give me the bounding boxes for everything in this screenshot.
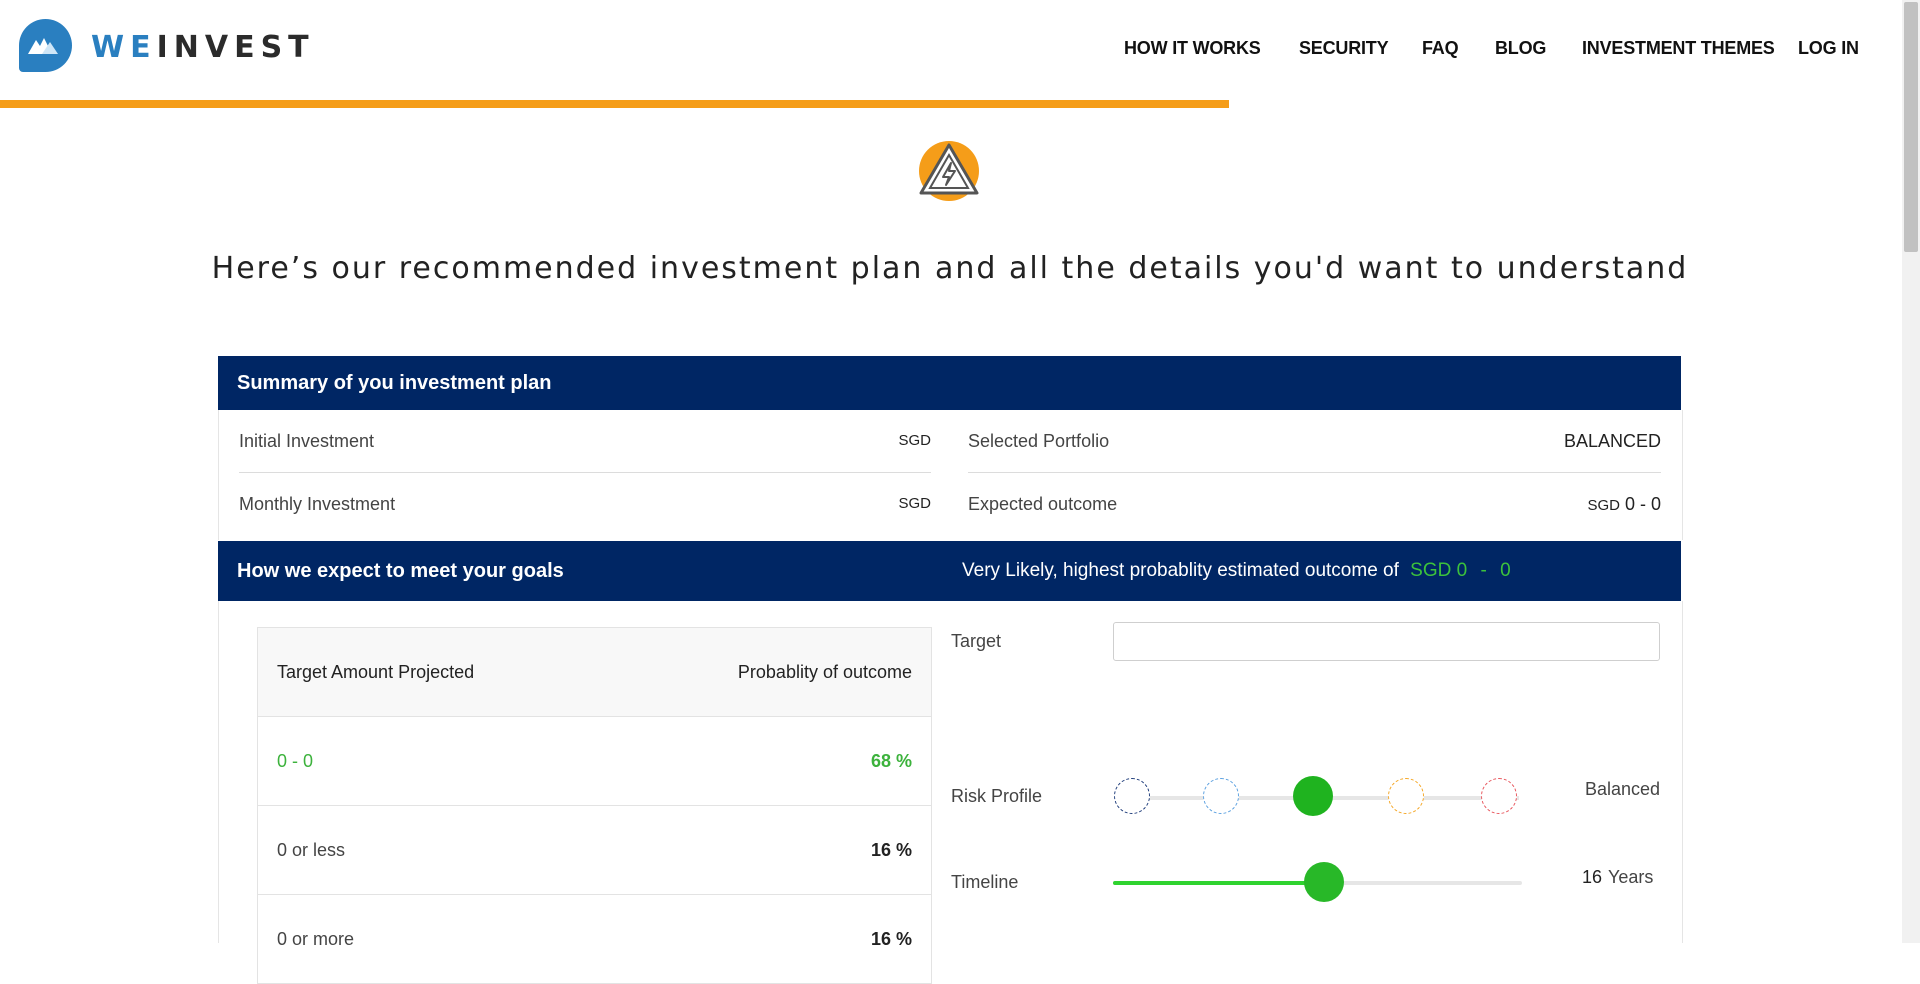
expected-outcome-label: Expected outcome xyxy=(968,494,1118,514)
likely-outcome-separator: - xyxy=(1480,560,1487,581)
monthly-investment-row: Monthly Investment SGD xyxy=(239,473,931,535)
table-row: 0 or more 16 % xyxy=(258,895,931,984)
likely-outcome-text: Very Likely, highest probablity estimate… xyxy=(962,541,1511,601)
row-probability: 68 % xyxy=(870,751,912,771)
expected-outcome-amount: 0 - 0 xyxy=(1624,494,1661,514)
selected-portfolio-row: Selected Portfolio BALANCED xyxy=(968,410,1661,472)
nav-faq[interactable]: FAQ xyxy=(1422,38,1459,59)
row-amount: 0 or less xyxy=(277,840,346,860)
summary-panel: Initial Investment SGD Monthly Investmen… xyxy=(218,410,1683,540)
warning-bolt-icon xyxy=(917,139,981,203)
brand-invest: INVEST xyxy=(156,30,315,65)
plan-progress-fill xyxy=(0,100,1229,108)
row-probability: 16 % xyxy=(870,929,912,949)
risk-profile-label: Risk Profile xyxy=(951,786,1043,806)
monthly-investment-label: Monthly Investment xyxy=(239,494,396,514)
weinvest-logo-icon[interactable] xyxy=(19,19,72,72)
row-amount: 0 or more xyxy=(277,929,355,949)
timeline-slider-fill xyxy=(1113,881,1324,885)
monthly-investment-currency: SGD xyxy=(898,495,931,512)
timeline-slider-thumb[interactable] xyxy=(1304,862,1344,902)
risk-level-3-dot[interactable] xyxy=(1293,776,1333,816)
risk-level-1-dot[interactable] xyxy=(1114,778,1150,814)
selected-portfolio-label: Selected Portfolio xyxy=(968,431,1110,451)
table-row: 0 - 0 68 % xyxy=(258,717,931,806)
likely-outcome-amount: SGD 0 xyxy=(1410,560,1468,581)
expected-outcome-value: SGD 0 - 0 xyxy=(1587,473,1661,537)
page-title: Here’s our recommended investment plan a… xyxy=(211,251,1689,287)
scrollbar-thumb[interactable] xyxy=(1904,2,1918,252)
nav-blog[interactable]: BLOG xyxy=(1495,38,1546,59)
brand-name[interactable]: WEINVEST xyxy=(91,30,315,65)
row-amount: 0 - 0 xyxy=(277,751,314,771)
expected-outcome-currency: SGD xyxy=(1587,497,1620,514)
selected-portfolio-value: BALANCED xyxy=(1563,431,1661,451)
row-probability: 16 % xyxy=(870,840,912,860)
target-label: Target xyxy=(951,631,1002,651)
initial-investment-currency: SGD xyxy=(898,432,931,449)
risk-level-2-dot[interactable] xyxy=(1203,778,1239,814)
initial-investment-label: Initial Investment xyxy=(239,431,375,451)
col-probability: Probablity of outcome xyxy=(737,662,912,682)
likely-outcome-amount-high: 0 xyxy=(1500,560,1511,581)
col-target-amount: Target Amount Projected xyxy=(277,662,475,682)
risk-level-4-dot[interactable] xyxy=(1388,778,1424,814)
table-header-row: Target Amount Projected Probablity of ou… xyxy=(258,628,931,717)
projection-table: Target Amount Projected Probablity of ou… xyxy=(257,627,932,984)
page-scrollbar[interactable] xyxy=(1902,0,1920,943)
nav-how-it-works[interactable]: HOW IT WORKS xyxy=(1124,38,1261,59)
risk-level-5-dot[interactable] xyxy=(1481,778,1517,814)
timeline-years-unit: Years xyxy=(1608,867,1654,887)
nav-investment-themes[interactable]: INVESTMENT THEMES xyxy=(1582,38,1775,59)
plan-progress-bar xyxy=(0,100,1902,108)
likely-outcome-label: Very Likely, highest probablity estimate… xyxy=(962,560,1399,581)
table-row: 0 or less 16 % xyxy=(258,806,931,895)
summary-header: Summary of you investment plan xyxy=(218,356,1681,410)
initial-investment-row: Initial Investment SGD xyxy=(239,410,931,472)
nav-security[interactable]: SECURITY xyxy=(1299,38,1389,59)
timeline-years-number: 16 xyxy=(1582,867,1603,887)
risk-profile-value: Balanced xyxy=(1585,779,1661,799)
timeline-value: 16 Years xyxy=(1582,867,1653,888)
expected-outcome-row: Expected outcome SGD 0 - 0 xyxy=(968,473,1661,535)
target-input[interactable] xyxy=(1113,622,1660,661)
timeline-label: Timeline xyxy=(951,872,1019,892)
site-header: WEINVEST HOW IT WORKS SECURITY FAQ BLOG … xyxy=(0,0,1902,101)
brand-we: WE xyxy=(91,30,157,65)
nav-log-in[interactable]: LOG IN xyxy=(1798,38,1859,59)
